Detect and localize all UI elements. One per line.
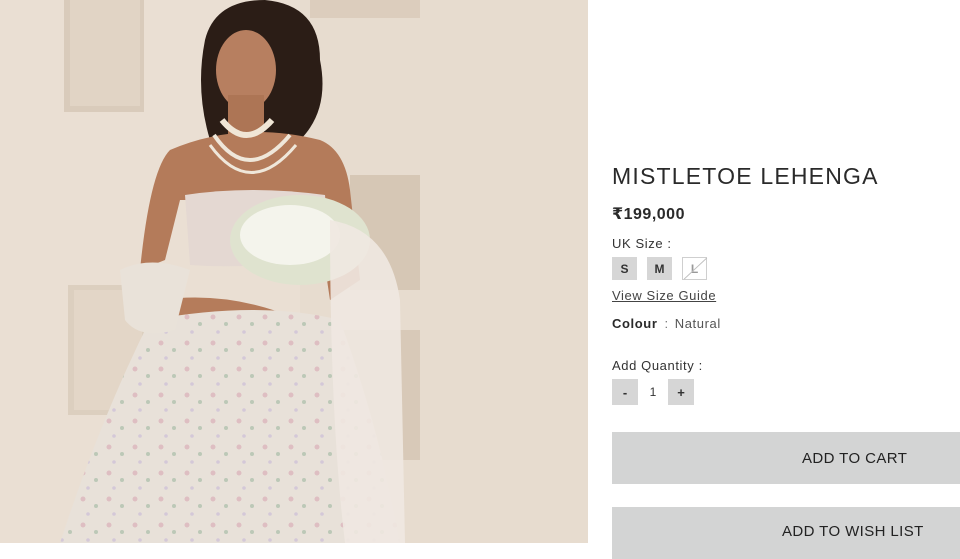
product-info-panel: MISTLETOE LEHENGA ₹199,000 UK Size : S M… — [612, 0, 960, 559]
product-price: ₹199,000 — [612, 206, 685, 223]
add-to-cart-label: ADD TO CART — [802, 449, 908, 467]
model-photo — [0, 0, 588, 543]
product-image[interactable] — [0, 0, 588, 543]
colour-row: Colour: Natural — [612, 316, 721, 331]
add-to-wishlist-label: ADD TO WISH LIST — [782, 523, 924, 540]
view-size-guide-link[interactable]: View Size Guide — [612, 288, 716, 303]
quantity-stepper: - 1 + — [612, 379, 694, 405]
colour-separator: : — [664, 316, 669, 331]
size-option-l-unavailable[interactable]: L — [682, 257, 707, 280]
quantity-increase-button[interactable]: + — [668, 379, 694, 405]
product-title: MISTLETOE LEHENGA — [612, 163, 879, 189]
quantity-decrease-button[interactable]: - — [612, 379, 638, 405]
size-option-s[interactable]: S — [612, 257, 637, 280]
size-label: UK Size : — [612, 236, 672, 251]
colour-label: Colour — [612, 316, 658, 331]
quantity-label: Add Quantity : — [612, 358, 703, 373]
size-option-m[interactable]: M — [647, 257, 672, 280]
add-to-wishlist-button[interactable]: ADD TO WISH LIST — [612, 507, 960, 559]
size-selector: S M L — [612, 257, 707, 280]
add-to-cart-button[interactable]: ADD TO CART — [612, 432, 960, 484]
quantity-value[interactable]: 1 — [638, 385, 668, 399]
colour-value: Natural — [674, 316, 721, 331]
